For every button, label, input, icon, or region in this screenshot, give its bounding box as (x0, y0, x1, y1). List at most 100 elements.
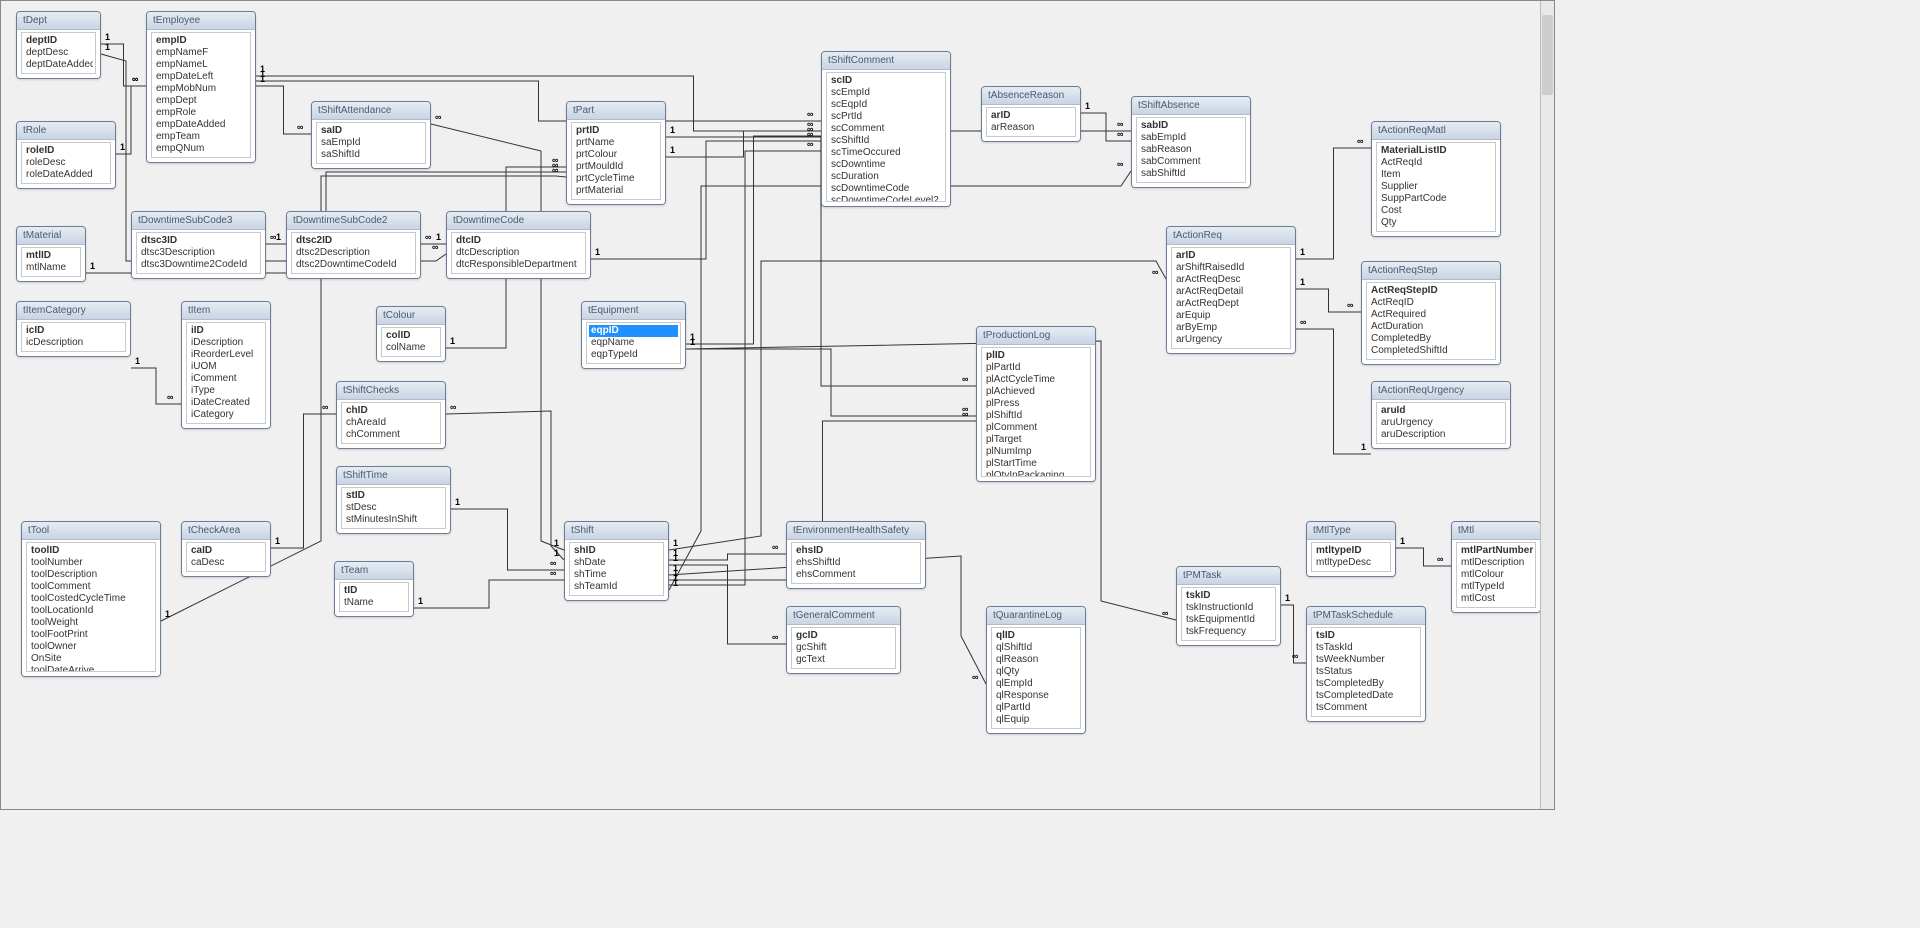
field-list[interactable]: scIDscEmpIdscEqpIdscPrtIdscCommentscShif… (826, 72, 946, 202)
entity-tQuarantineLog[interactable]: tQuarantineLogqlIDqlShiftIdqlReasonqlQty… (986, 606, 1086, 734)
field-item[interactable]: caID (189, 545, 263, 557)
field-item[interactable]: stID (344, 490, 443, 502)
entity-tMtlType[interactable]: tMtlTypemtltypeIDmtltypeDesc (1306, 521, 1396, 577)
field-item[interactable]: aruDescription (1379, 429, 1503, 441)
field-item[interactable]: prtColour (574, 149, 658, 161)
entity-tAbsenceReason[interactable]: tAbsenceReasonarIDarReason (981, 86, 1081, 142)
entity-header[interactable]: tItemCategory (17, 302, 130, 320)
entity-tActionReq[interactable]: tActionReqarIDarShiftRaisedIdarActReqDes… (1166, 226, 1296, 354)
field-item[interactable]: ActDuration (1369, 321, 1493, 333)
field-item[interactable]: ActRequired (1369, 309, 1493, 321)
field-item[interactable]: plNumImp (984, 446, 1088, 458)
field-item[interactable]: dtsc2ID (294, 235, 413, 247)
entity-header[interactable]: tShift (565, 522, 668, 540)
entity-tShiftComment[interactable]: tShiftComment scIDscEmpIdscEqpIdscPrtIdsc… (821, 51, 951, 207)
field-item[interactable]: mtlColour (1459, 569, 1533, 581)
field-item[interactable]: chID (344, 405, 438, 417)
field-item[interactable]: plAchieved (984, 386, 1088, 398)
field-item[interactable]: sabID (1139, 120, 1243, 132)
field-item[interactable]: arActReqDesc (1174, 274, 1288, 286)
field-item[interactable]: mtltypeID (1314, 545, 1388, 557)
field-item[interactable]: mtlID (24, 250, 78, 262)
entity-tTeam[interactable]: tTeamtIDtName (334, 561, 414, 617)
field-item[interactable]: tskFrequency (1184, 626, 1273, 638)
entity-header[interactable]: tPMTaskSchedule (1307, 607, 1425, 625)
field-item[interactable]: roleDesc (24, 157, 108, 169)
field-list[interactable]: mtlPartNumbermtlDescriptionmtlColourmtlT… (1456, 542, 1536, 608)
field-item[interactable]: toolDescription (29, 569, 153, 581)
field-item[interactable]: eqpTypeId (589, 349, 678, 361)
erd-canvas[interactable]: tDept deptIDdeptDescdeptDateAdded tEmploye… (0, 0, 1555, 810)
field-item[interactable]: arActReqDetail (1174, 286, 1288, 298)
field-item[interactable]: iType (189, 385, 263, 397)
field-item[interactable]: toolNumber (29, 557, 153, 569)
entity-tShiftAttendance[interactable]: tShiftAttendancesaIDsaEmpIdsaShiftId (311, 101, 431, 169)
field-item[interactable]: shDate (572, 557, 661, 569)
entity-tMtl[interactable]: tMtlmtlPartNumbermtlDescriptionmtlColour… (1451, 521, 1541, 613)
field-item[interactable]: sabShiftId (1139, 168, 1243, 180)
field-item[interactable]: colName (384, 342, 438, 354)
entity-tActionReqUrgency[interactable]: tActionReqUrgencyaruIdaruUrgencyaruDescr… (1371, 381, 1511, 449)
field-list[interactable]: roleIDroleDescroleDateAdded (21, 142, 111, 184)
entity-header[interactable]: tShiftAbsence (1132, 97, 1250, 115)
field-list[interactable]: tskIDtskInstructionIdtskEquipmentIdtskFr… (1181, 587, 1276, 641)
field-item[interactable]: gcID (794, 630, 893, 642)
entity-tShiftChecks[interactable]: tShiftCheckschIDchAreaIdchComment (336, 381, 446, 449)
field-item[interactable]: dtsc2DowntimeCodeId (294, 259, 413, 271)
field-item[interactable]: scEqpId (829, 99, 943, 111)
field-item[interactable]: plQtyInPackaging (984, 470, 1088, 477)
entity-header[interactable]: tTeam (335, 562, 413, 580)
field-list[interactable]: eqpIDeqpNameeqpTypeId (586, 322, 681, 364)
entity-tShift[interactable]: tShiftshIDshDateshTimeshTeamId (564, 521, 669, 601)
field-list[interactable]: deptIDdeptDescdeptDateAdded (21, 32, 96, 74)
field-item[interactable]: empMobNum (154, 83, 248, 95)
field-item[interactable]: qlID (994, 630, 1078, 642)
field-item[interactable]: empNameL (154, 59, 248, 71)
field-item[interactable]: eqpName (589, 337, 678, 349)
field-list[interactable]: gcIDgcShiftgcText (791, 627, 896, 669)
field-item[interactable]: Item (1379, 169, 1493, 181)
field-item[interactable]: dtsc2Description (294, 247, 413, 259)
field-item[interactable]: prtName (574, 137, 658, 149)
field-list[interactable]: iIDiDescriptioniReorderLeveliUOMiComment… (186, 322, 266, 424)
entity-header[interactable]: tEmployee (147, 12, 255, 30)
field-item[interactable]: arShiftRaisedId (1174, 262, 1288, 274)
entity-header[interactable]: tDowntimeSubCode2 (287, 212, 420, 230)
field-item[interactable]: scComment (829, 123, 943, 135)
field-item[interactable]: plID (984, 350, 1088, 362)
entity-tMaterial[interactable]: tMaterialmtlIDmtlName (16, 226, 86, 282)
field-item[interactable]: dtcID (454, 235, 583, 247)
entity-header[interactable]: tShiftComment (822, 52, 950, 70)
field-item[interactable]: tsID (1314, 630, 1418, 642)
field-item[interactable]: scPrtId (829, 111, 943, 123)
entity-header[interactable]: tActionReq (1167, 227, 1295, 245)
field-item[interactable]: plPartId (984, 362, 1088, 374)
entity-header[interactable]: tItem (182, 302, 270, 320)
field-list[interactable]: caIDcaDesc (186, 542, 266, 572)
field-item[interactable]: mtlPartNumber (1459, 545, 1533, 557)
field-item[interactable]: scTimeOccured (829, 147, 943, 159)
field-list[interactable]: chIDchAreaIdchComment (341, 402, 441, 444)
field-item[interactable]: iDateCreated (189, 397, 263, 409)
field-item[interactable]: prtMouldId (574, 161, 658, 173)
field-item[interactable]: qlPartId (994, 702, 1078, 714)
field-list[interactable]: sabIDsabEmpIdsabReasonsabCommentsabShift… (1136, 117, 1246, 183)
field-item[interactable]: plComment (984, 422, 1088, 434)
entity-header[interactable]: tEnvironmentHealthSafety (787, 522, 925, 540)
field-item[interactable]: saShiftId (319, 149, 423, 161)
entity-tPMTaskSchedule[interactable]: tPMTaskScheduletsIDtsTaskIdtsWeekNumbert… (1306, 606, 1426, 722)
field-item[interactable]: scDowntimeCodeLevel2 (829, 195, 943, 202)
field-list[interactable]: colIDcolName (381, 327, 441, 357)
entity-header[interactable]: tDept (17, 12, 100, 30)
entity-header[interactable]: tAbsenceReason (982, 87, 1080, 105)
field-item[interactable]: CompletedShiftId (1369, 345, 1493, 357)
field-item[interactable]: tName (342, 597, 406, 609)
entity-header[interactable]: tMtlType (1307, 522, 1395, 540)
field-item[interactable]: ActReqId (1379, 157, 1493, 169)
field-list[interactable]: stIDstDescstMinutesInShift (341, 487, 446, 529)
field-item[interactable]: arID (989, 110, 1073, 122)
entity-header[interactable]: tActionReqMatl (1372, 122, 1500, 140)
field-item[interactable]: empID (154, 35, 248, 47)
field-item[interactable]: stDesc (344, 502, 443, 514)
field-item[interactable]: empQNum (154, 143, 248, 155)
